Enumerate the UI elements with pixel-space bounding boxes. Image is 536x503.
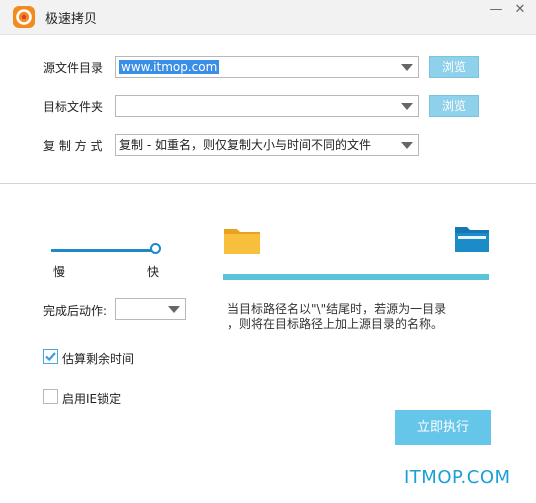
ie-lock-checkbox[interactable] <box>43 389 58 404</box>
after-action-select[interactable] <box>115 298 186 320</box>
path-hint-line-1: 当目标路径名以"\"结尾时，若源为一目录 <box>227 302 447 316</box>
speed-fast-label: 快 <box>147 265 160 279</box>
checkmark-icon <box>45 352 56 362</box>
window-title: 极速拷贝 <box>45 12 98 27</box>
watermark-text: ITMOP.COM <box>404 467 511 488</box>
copy-mode-label: 复 制 方 式 <box>43 139 103 153</box>
app-logo-icon <box>13 6 35 28</box>
copy-mode-value: 复制 - 如重名，则仅复制大小与时间不同的文件 <box>119 138 371 152</box>
estimate-checkbox[interactable] <box>43 349 58 364</box>
target-browse-button[interactable]: 浏览 <box>429 95 479 117</box>
chevron-down-icon[interactable] <box>168 306 180 313</box>
close-button[interactable]: ✕ <box>511 2 529 18</box>
ie-lock-label: 启用IE锁定 <box>62 392 122 406</box>
estimate-label: 估算剩余时间 <box>62 352 135 366</box>
source-dir-value: www.itmop.com <box>119 60 220 74</box>
chevron-down-icon[interactable] <box>401 64 413 71</box>
speed-slow-label: 慢 <box>53 265 66 279</box>
chevron-down-icon[interactable] <box>401 142 413 149</box>
after-action-label: 完成后动作: <box>43 304 108 318</box>
speed-slider-thumb[interactable] <box>149 243 161 254</box>
minimize-button[interactable]: — <box>487 2 505 18</box>
execute-button[interactable]: 立即执行 <box>395 410 491 445</box>
chevron-down-icon[interactable] <box>401 103 413 110</box>
copy-progress-bar <box>223 274 489 280</box>
source-folder-icon <box>224 229 260 254</box>
copy-mode-select[interactable]: 复制 - 如重名，则仅复制大小与时间不同的文件 <box>115 134 419 156</box>
target-folder-icon <box>455 227 489 252</box>
target-dir-label: 目标文件夹 <box>43 100 104 114</box>
source-dir-label: 源文件目录 <box>43 61 104 75</box>
target-dir-combobox[interactable] <box>115 95 419 117</box>
speed-slider-track[interactable] <box>51 249 157 252</box>
section-divider <box>0 183 536 184</box>
path-hint-text: 当目标路径名以"\"结尾时，若源为一目录 ，则将在目标路径上加上源目录的名称。 <box>227 302 497 332</box>
path-hint-line-2: ，则将在目标路径上加上源目录的名称。 <box>227 317 444 331</box>
source-dir-combobox[interactable]: www.itmop.com <box>115 56 419 78</box>
source-browse-button[interactable]: 浏览 <box>429 56 479 78</box>
